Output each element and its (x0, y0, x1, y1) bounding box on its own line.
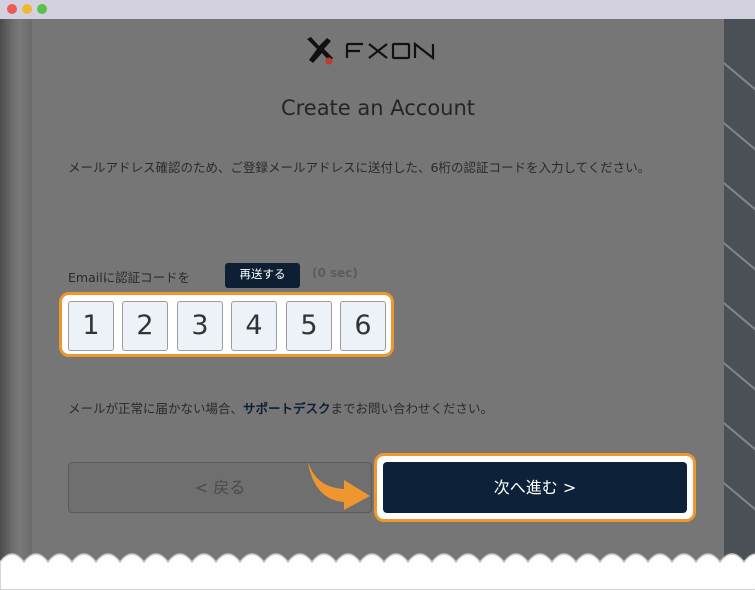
page-title: Create an Account (280, 96, 476, 120)
code-digit-input[interactable]: 6 (340, 301, 386, 351)
code-digit-input[interactable]: 3 (177, 301, 223, 351)
arrow-pointer-icon (308, 462, 370, 510)
code-digit-input[interactable]: 5 (286, 301, 332, 351)
support-prefix: メールが正常に届かない場合、 (68, 401, 244, 416)
maximize-window-button[interactable] (37, 4, 47, 14)
torn-edge-decoration (0, 553, 755, 590)
code-digit-input[interactable]: 2 (122, 301, 168, 351)
background-image-right (724, 19, 755, 590)
minimize-window-button[interactable] (22, 4, 32, 14)
code-digit-input[interactable]: 4 (231, 301, 277, 351)
close-window-button[interactable] (7, 4, 17, 14)
code-digit-input[interactable]: 1 (68, 301, 114, 351)
verification-description: メールアドレス確認のため、ご登録メールアドレスに送付した、6桁の認証コードを入力… (68, 160, 651, 175)
resend-timer: (0 sec) (312, 266, 358, 280)
support-desk-link[interactable]: サポートデスク (243, 401, 331, 416)
background-image-left (0, 19, 32, 590)
browser-window: Create an Account メールアドレス確認のため、ご登録メールアドレ… (0, 0, 755, 590)
email-code-label: Emailに認証コードを (68, 270, 191, 285)
fxon-logo (307, 37, 435, 65)
support-suffix: までお問い合わせください。 (330, 401, 494, 416)
window-titlebar (0, 0, 755, 19)
resend-code-button[interactable]: 再送する (225, 263, 300, 288)
next-button[interactable]: 次へ進む > (383, 462, 687, 513)
support-message: メールが正常に届かない場合、サポートデスクまでお問い合わせください。 (68, 398, 493, 417)
